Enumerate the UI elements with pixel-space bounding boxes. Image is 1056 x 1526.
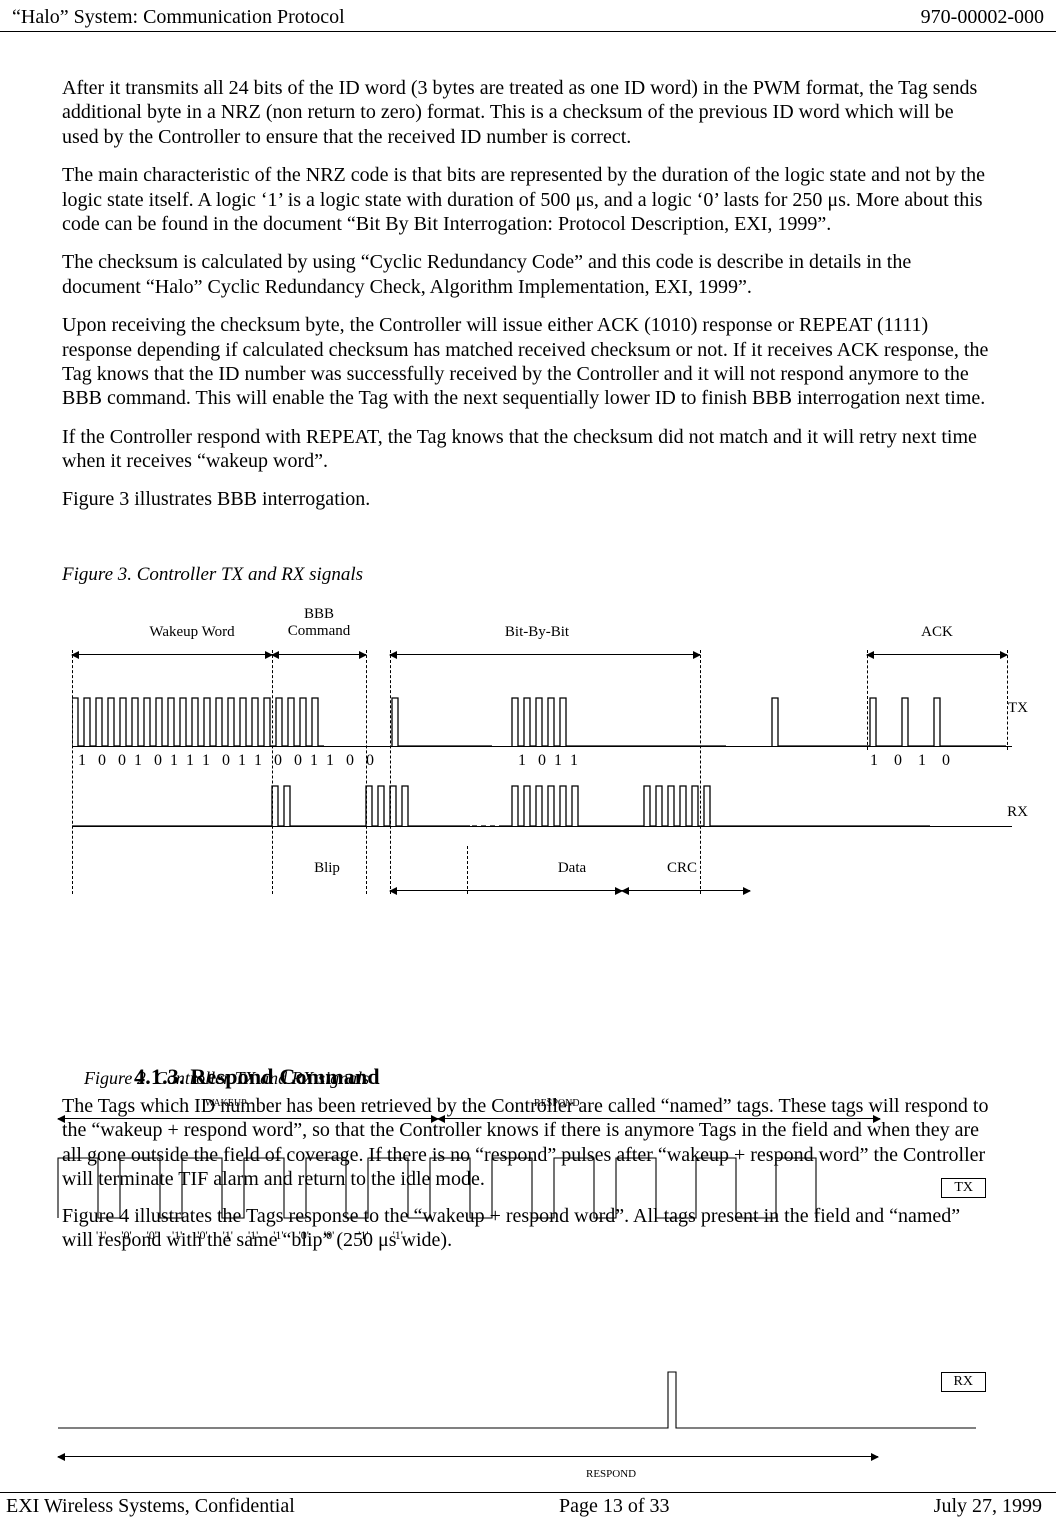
paragraph: Upon receiving the checksum byte, the Co… (62, 313, 994, 411)
figure3-diagram: Wakeup Word BBB Command Bit-By-Bit ACK T… (72, 606, 1012, 926)
bits-wakeup: 1 0 0 1 0 1 1 1 0 1 1 0 0 1 1 0 0 (78, 752, 374, 770)
body-text: After it transmits all 24 bits of the ID… (0, 32, 1056, 926)
paragraph: The main characteristic of the NRZ code … (62, 163, 994, 236)
paragraph: Figure 4 illustrates the Tags response t… (62, 1204, 994, 1253)
section-4-1-3: 4.1.3. Respond Command The Tags which ID… (62, 1064, 994, 1264)
span-arrow (58, 1456, 878, 1457)
page-footer: EXI Wireless Systems, Confidential Page … (0, 1492, 1056, 1518)
page-header: “Halo” System: Communication Protocol 97… (0, 0, 1056, 32)
label-crc: CRC (652, 860, 712, 877)
footer-center: Page 13 of 33 (559, 1495, 670, 1518)
label-data: Data (542, 860, 602, 877)
header-left: “Halo” System: Communication Protocol (12, 6, 345, 29)
paragraph: After it transmits all 24 bits of the ID… (62, 76, 994, 149)
label-respond-bottom: RESPOND (586, 1468, 636, 1480)
bits-ack: 1 0 1 0 (870, 752, 950, 770)
paragraph: The checksum is calculated by using “Cyc… (62, 250, 994, 299)
footer-left: EXI Wireless Systems, Confidential (6, 1495, 295, 1518)
header-right: 970-00002-000 (921, 6, 1044, 29)
paragraph: Figure 3 illustrates BBB interrogation. (62, 487, 994, 511)
figure3-caption: Figure 3. Controller TX and RX signals (62, 564, 994, 586)
span-arrow (622, 890, 750, 891)
section-heading: 4.1.3. Respond Command (134, 1064, 994, 1090)
footer-right: July 27, 1999 (934, 1495, 1042, 1518)
paragraph: The Tags which ID number has been retrie… (62, 1094, 994, 1192)
paragraph: If the Controller respond with REPEAT, t… (62, 425, 994, 474)
span-arrow (390, 890, 622, 891)
label-rx2: RX (941, 1372, 986, 1392)
label-blip: Blip (297, 860, 357, 877)
bits-bbb: 1 0 1 1 (518, 752, 578, 770)
